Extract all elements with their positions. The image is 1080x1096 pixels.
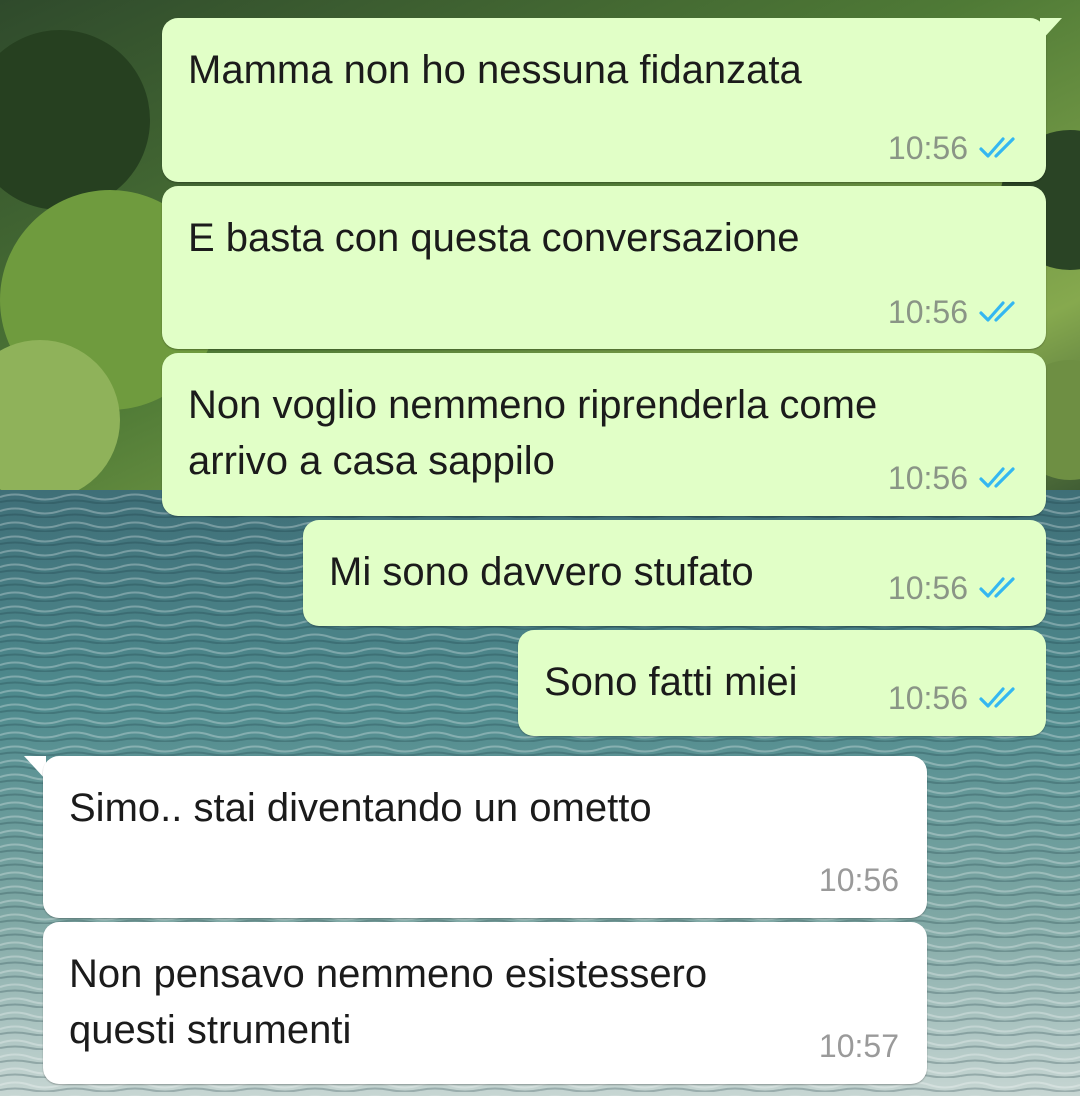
message-bubble-incoming[interactable]: Non pensavo nemmeno esistessero questi s… <box>43 922 927 1084</box>
message-meta: 10:56 <box>888 680 1022 716</box>
message-meta: 10:56 <box>888 294 1022 330</box>
double-check-read-icon <box>979 137 1015 158</box>
message-text: Mi sono davvero stufato <box>329 550 754 594</box>
message-time: 10:56 <box>887 294 968 330</box>
message-meta: 10:56 <box>888 570 1022 606</box>
message-text: Simo.. stai diventando un ometto <box>69 786 652 830</box>
double-check-read-icon <box>979 467 1015 488</box>
message-bubble-outgoing[interactable]: Mi sono davvero stufato 10:56 <box>303 520 1046 626</box>
message-text: Non voglio nemmeno riprenderla come arri… <box>188 383 878 483</box>
double-check-read-icon <box>979 577 1015 598</box>
message-text: Non pensavo nemmeno esistessero questi s… <box>69 952 708 1052</box>
message-time: 10:56 <box>887 680 968 716</box>
message-text: Sono fatti miei <box>544 660 798 704</box>
message-text: Mamma non ho nessuna fidanzata <box>188 48 802 92</box>
message-time: 10:56 <box>887 130 968 166</box>
message-bubble-outgoing[interactable]: E basta con questa conversazione 10:56 <box>162 186 1046 349</box>
message-bubble-outgoing[interactable]: Non voglio nemmeno riprenderla come arri… <box>162 353 1046 516</box>
message-time: 10:56 <box>887 460 968 496</box>
message-text: E basta con questa conversazione <box>188 216 800 260</box>
double-check-read-icon <box>979 301 1015 322</box>
message-bubble-incoming[interactable]: Simo.. stai diventando un ometto 10:56 <box>43 756 927 918</box>
message-bubble-outgoing[interactable]: Mamma non ho nessuna fidanzata 10:56 <box>162 18 1046 182</box>
chat-conversation[interactable]: Mamma non ho nessuna fidanzata 10:56 E b… <box>0 0 1080 1096</box>
message-meta: 10:56 <box>888 130 1022 166</box>
message-bubble-outgoing[interactable]: Sono fatti miei 10:56 <box>518 630 1046 736</box>
message-time: 10:56 <box>818 862 899 898</box>
message-time: 10:56 <box>887 570 968 606</box>
message-meta: 10:56 <box>819 862 899 898</box>
message-meta: 10:56 <box>888 460 1022 496</box>
message-time: 10:57 <box>818 1028 899 1064</box>
message-meta: 10:57 <box>819 1028 899 1064</box>
bubble-tail <box>1040 18 1062 42</box>
double-check-read-icon <box>979 687 1015 708</box>
